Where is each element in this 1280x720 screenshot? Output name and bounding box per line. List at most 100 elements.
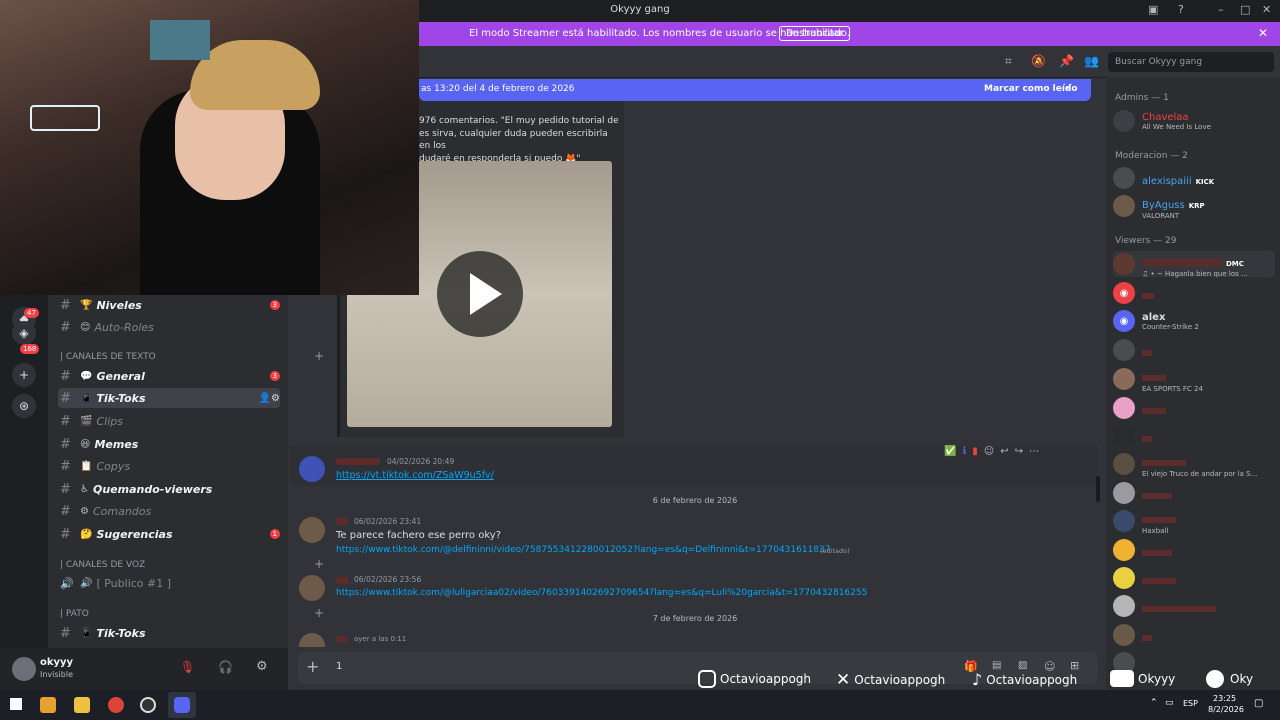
channel-auto-roles[interactable]: # 😊 Auto-Roles bbox=[58, 317, 280, 337]
add-channel-icon[interactable]: + bbox=[314, 557, 324, 571]
channel-general[interactable]: # 💬 General 3 bbox=[58, 366, 280, 386]
channel-settings-icon[interactable]: 👤⚙ bbox=[259, 393, 280, 404]
server-icon[interactable]: ◈ bbox=[12, 321, 36, 345]
add-channel-icon[interactable]: + bbox=[314, 606, 324, 620]
flag-reaction-icon[interactable]: ▮ bbox=[972, 446, 978, 462]
member-item[interactable]: alexispaiii KICK bbox=[1113, 165, 1275, 191]
close-banner-icon[interactable]: ✕ bbox=[1258, 26, 1268, 40]
check-reaction-icon[interactable]: ✅ bbox=[944, 446, 956, 462]
avatar[interactable] bbox=[299, 517, 325, 543]
channel-copys[interactable]: # 📋 Copys bbox=[58, 456, 280, 476]
threads-icon[interactable]: ⌗ bbox=[1005, 54, 1012, 69]
avatar[interactable] bbox=[12, 657, 36, 681]
member-item[interactable]: DMC ♫ • ~ Haganla bien que los ... bbox=[1113, 251, 1275, 278]
channel-quemando-viewers[interactable]: # ♿ Quemando-viewers bbox=[58, 479, 280, 499]
avatar bbox=[1113, 510, 1135, 532]
truncated-username[interactable] bbox=[336, 636, 348, 642]
pin-icon[interactable]: 📌 bbox=[1059, 54, 1074, 68]
member-item[interactable] bbox=[1113, 622, 1275, 648]
avatar[interactable] bbox=[299, 575, 325, 601]
avatar bbox=[1113, 397, 1135, 419]
username[interactable]: okyyy bbox=[40, 657, 73, 668]
discover-icon[interactable]: ⊛ bbox=[12, 394, 36, 418]
channel-tik-toks[interactable]: # 📱 Tik-Toks 👤⚙ bbox=[58, 388, 280, 408]
forward-icon[interactable]: ↪ bbox=[1015, 446, 1023, 462]
voice-channel-publico[interactable]: 🔊 🔊 [ Publico #1 ] bbox=[58, 573, 280, 593]
clock-time[interactable]: 23:25 bbox=[1213, 694, 1236, 703]
info-reaction-icon[interactable]: ℹ bbox=[962, 446, 966, 462]
chat-scrollbar[interactable] bbox=[1096, 476, 1100, 502]
minimize-icon[interactable]: – bbox=[1218, 3, 1224, 16]
mute-icon[interactable]: 🔕 bbox=[1031, 54, 1046, 68]
avatar[interactable] bbox=[299, 456, 325, 482]
search-input[interactable]: Buscar Okyyy gang bbox=[1108, 52, 1274, 72]
streamer-mode-banner: El modo Streamer está habilitado. Los no… bbox=[419, 22, 1280, 46]
member-item[interactable] bbox=[1113, 395, 1275, 421]
reply-icon[interactable]: ↩ bbox=[1000, 446, 1008, 462]
member-item[interactable]: ◉ bbox=[1113, 280, 1275, 306]
notifications-icon[interactable]: ▢ bbox=[1254, 698, 1263, 709]
truncated-username[interactable] bbox=[336, 458, 380, 465]
member-item[interactable]: EA SPORTS FC 24 bbox=[1113, 366, 1275, 393]
message-link[interactable]: https://www.tiktok.com/@luligarciaa02/vi… bbox=[336, 588, 867, 598]
message-text: Te parece fachero ese perro oky? bbox=[336, 530, 502, 541]
maximize-icon[interactable]: □ bbox=[1240, 3, 1250, 16]
member-item[interactable] bbox=[1113, 480, 1275, 506]
composer-input[interactable]: 1 bbox=[336, 661, 342, 672]
avatar bbox=[1113, 567, 1135, 589]
category-voice-channels[interactable]: | CANALES DE VOZ bbox=[60, 560, 145, 570]
mic-muted-icon[interactable]: 🎙 bbox=[180, 660, 195, 674]
start-icon[interactable] bbox=[10, 698, 22, 710]
settings-gear-icon[interactable]: ⚙ bbox=[256, 659, 268, 674]
channel-clips[interactable]: # 🎬 Clips bbox=[58, 411, 280, 431]
truncated-username[interactable] bbox=[336, 577, 348, 584]
member-item[interactable] bbox=[1113, 537, 1275, 563]
message-link[interactable]: https://www.tiktok.com/@delfininni/video… bbox=[336, 545, 830, 555]
member-item[interactable]: ◉ alex Counter-Strike 2 bbox=[1113, 308, 1275, 334]
message-link[interactable]: https://vt.tiktok.com/ZSaW9u5fv/ bbox=[336, 470, 494, 481]
mark-read-button[interactable]: Marcar como leído bbox=[984, 84, 1078, 94]
member-item[interactable] bbox=[1113, 565, 1275, 591]
obs-icon[interactable] bbox=[140, 697, 156, 713]
member-item[interactable] bbox=[1113, 423, 1275, 449]
channel-comandos[interactable]: # ⚙ Comandos bbox=[58, 501, 280, 521]
disable-streamer-button[interactable]: Deshabilitar bbox=[779, 26, 851, 41]
member-item[interactable]: Chavelaa All We Need Is Love bbox=[1113, 108, 1275, 134]
truncated-username[interactable] bbox=[336, 518, 348, 525]
add-reaction-icon[interactable]: ☺ bbox=[984, 446, 994, 462]
inbox-icon[interactable]: ▣ bbox=[1148, 3, 1158, 16]
help-icon[interactable]: ? bbox=[1178, 3, 1184, 16]
discord-task[interactable] bbox=[168, 692, 196, 718]
play-button[interactable] bbox=[437, 251, 523, 337]
category-pato[interactable]: | PATO bbox=[60, 609, 89, 619]
group-header-mods: Moderacion — 2 bbox=[1115, 151, 1188, 161]
channel-sugerencias[interactable]: # 🤔 Sugerencias 1 bbox=[58, 524, 280, 544]
headphones-icon[interactable]: 🎧 bbox=[218, 660, 233, 674]
member-item[interactable] bbox=[1113, 593, 1275, 619]
add-server-icon[interactable]: + bbox=[12, 363, 36, 387]
add-channel-icon[interactable]: + bbox=[314, 349, 324, 363]
member-item[interactable]: ByAguss KRP VALORANT bbox=[1113, 193, 1275, 220]
channel-niveles[interactable]: # 🏆 Niveles 3 bbox=[58, 295, 280, 315]
youtube-icon bbox=[1110, 670, 1134, 687]
folder-icon[interactable] bbox=[74, 697, 90, 713]
member-list-icon[interactable]: 👥 bbox=[1084, 54, 1099, 68]
network-icon[interactable]: ▭ bbox=[1165, 698, 1174, 708]
language-indicator[interactable]: ESP bbox=[1183, 699, 1198, 708]
member-item[interactable]: Haxball bbox=[1113, 508, 1275, 535]
channel-pato-tik-toks[interactable]: # 📱 Tik-Toks bbox=[58, 623, 280, 643]
media-icon[interactable] bbox=[40, 697, 56, 713]
attach-plus-icon[interactable]: + bbox=[306, 657, 319, 676]
category-text-channels[interactable]: | CANALES DE TEXTO bbox=[60, 352, 156, 362]
new-messages-bar[interactable]: as 13:20 del 4 de febrero de 2026 Marcar… bbox=[419, 79, 1091, 101]
member-item[interactable] bbox=[1113, 337, 1275, 363]
member-item[interactable]: El viejo Truco de andar por la S... bbox=[1113, 451, 1275, 478]
clock-date[interactable]: 8/2/2026 bbox=[1208, 705, 1244, 714]
more-icon[interactable]: ⋯ bbox=[1029, 446, 1039, 462]
text-channel-icon: # bbox=[60, 368, 71, 384]
close-window-icon[interactable]: ✕ bbox=[1262, 3, 1271, 16]
channel-memes[interactable]: # 😆 Memes bbox=[58, 434, 280, 454]
tray-arrow-icon[interactable]: ⌃ bbox=[1150, 698, 1158, 708]
chat-header: ⌗ 🔕 📌 👥 bbox=[419, 46, 1106, 78]
chrome-icon[interactable] bbox=[108, 697, 124, 713]
